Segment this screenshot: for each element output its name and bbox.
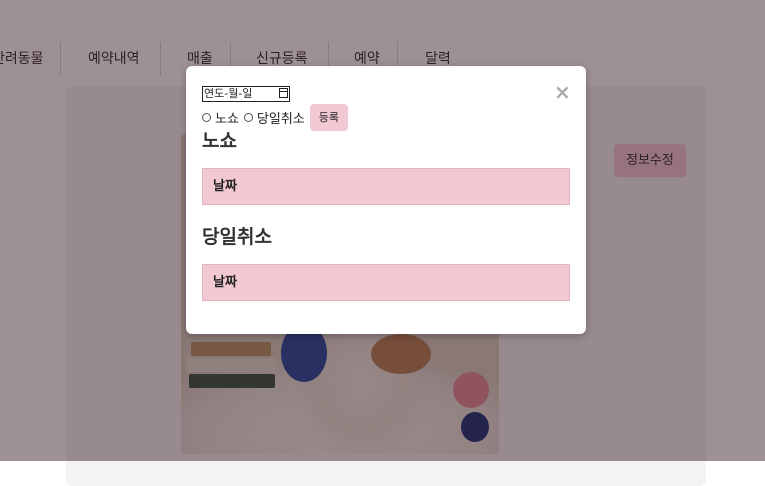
- same-day-cancel-table-header: 날짜: [202, 264, 570, 301]
- radio-label-no-show: 노쇼: [215, 111, 239, 127]
- no-show-section-title: 노쇼: [202, 130, 237, 152]
- date-input-placeholder: 연도-월-일: [204, 87, 253, 100]
- same-day-cancel-section-title: 당일취소: [202, 226, 272, 248]
- record-form: 연도-월-일 노쇼 당일취소 등록: [202, 82, 562, 131]
- calendar-icon[interactable]: [279, 88, 288, 98]
- register-button[interactable]: 등록: [309, 103, 349, 131]
- no-show-table-header: 날짜: [202, 168, 570, 205]
- radio-no-show[interactable]: [202, 112, 211, 122]
- date-input[interactable]: 연도-월-일: [202, 86, 290, 102]
- radio-same-day-cancel[interactable]: [243, 112, 253, 122]
- no-show-cancel-modal: × 연도-월-일 노쇼 당일취소 등록 노쇼 날짜 당일취소 날짜: [186, 66, 586, 334]
- radio-label-same-day-cancel: 당일취소: [256, 111, 305, 127]
